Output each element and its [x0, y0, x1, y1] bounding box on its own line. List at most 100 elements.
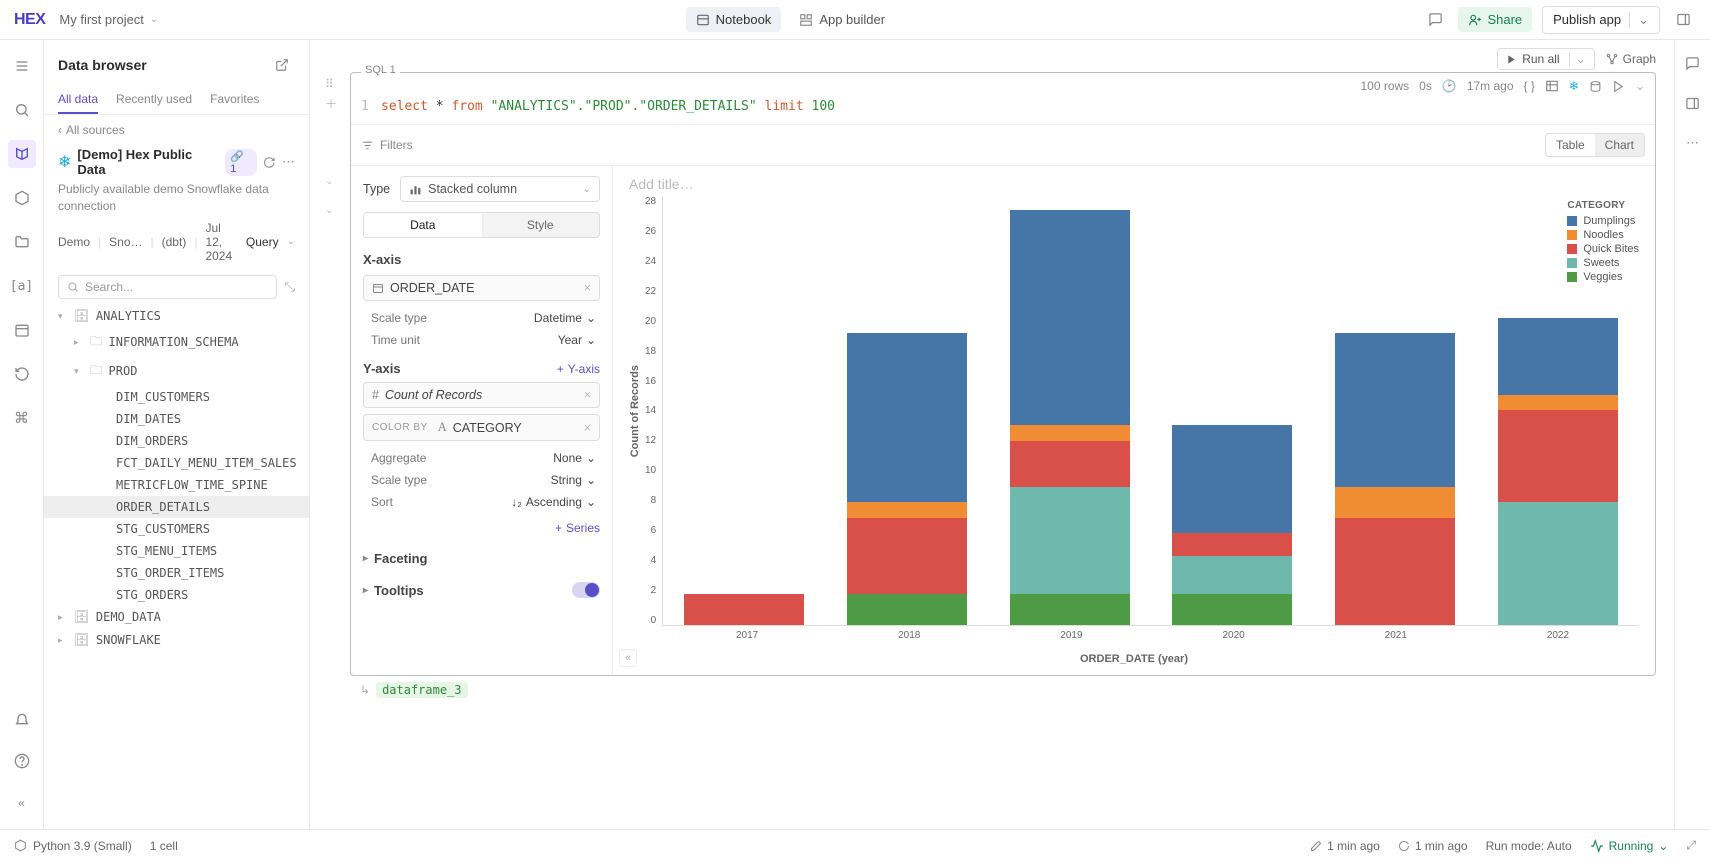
- remove-icon[interactable]: ×: [584, 281, 591, 295]
- legend-item[interactable]: Dumplings: [1567, 215, 1639, 227]
- yaxis-field[interactable]: # Count of Records ×: [363, 382, 600, 408]
- history-button[interactable]: [8, 360, 36, 388]
- bar-segment[interactable]: [1498, 410, 1618, 502]
- tree-table[interactable]: DIM_ORDERS: [44, 430, 309, 452]
- chart-type-select[interactable]: Stacked column ⌄: [400, 176, 600, 202]
- search-button[interactable]: [8, 96, 36, 124]
- tree-table[interactable]: DIM_CUSTOMERS: [44, 386, 309, 408]
- legend-item[interactable]: Noodles: [1567, 229, 1639, 241]
- tree-demo-data[interactable]: ▸🗄DEMO_DATA: [44, 606, 309, 629]
- filters-button[interactable]: Filters: [361, 138, 413, 152]
- comments-panel-button[interactable]: [1680, 50, 1706, 76]
- view-table[interactable]: Table: [1546, 134, 1595, 156]
- tree-table[interactable]: METRICFLOW_TIME_SPINE: [44, 474, 309, 496]
- tab-notebook[interactable]: Notebook: [686, 7, 782, 32]
- tab-data[interactable]: Data: [364, 213, 482, 237]
- remove-icon[interactable]: ×: [584, 388, 591, 402]
- remove-icon[interactable]: ×: [584, 421, 591, 435]
- metadata-panel-button[interactable]: [1680, 90, 1706, 116]
- colorby-field[interactable]: COLOR BY A CATEGORY ×: [363, 414, 600, 441]
- bar-segment[interactable]: [1010, 487, 1130, 595]
- add-cell-icon[interactable]: ＋: [325, 95, 337, 112]
- more-panel-button[interactable]: ⋯: [1680, 130, 1706, 156]
- tab-all-data[interactable]: All data: [58, 86, 98, 114]
- popup-button[interactable]: [269, 52, 295, 78]
- notifications-button[interactable]: [8, 705, 36, 733]
- drag-handle-icon[interactable]: ⠿: [325, 77, 337, 91]
- panels-button[interactable]: [1670, 7, 1696, 33]
- tree-prod[interactable]: ▾🗀PROD: [44, 357, 309, 386]
- kernel-label[interactable]: Python 3.9 (Small): [33, 839, 132, 853]
- tree-table[interactable]: DIM_DATES: [44, 408, 309, 430]
- share-button[interactable]: Share: [1458, 7, 1532, 32]
- refresh-icon[interactable]: [263, 156, 276, 169]
- bar-segment[interactable]: [1335, 333, 1455, 487]
- tab-style[interactable]: Style: [482, 213, 600, 237]
- publish-button[interactable]: Publish app ⌄: [1542, 6, 1660, 34]
- bar-segment[interactable]: [1010, 425, 1130, 440]
- run-mode[interactable]: Run mode: Auto: [1486, 839, 1572, 853]
- bar-segment[interactable]: [847, 502, 967, 517]
- chevron-down-icon[interactable]: ⌄: [1629, 12, 1649, 28]
- tree-analytics[interactable]: ▾🗄ANALYTICS: [44, 305, 309, 328]
- tooltips-section[interactable]: ▸Tooltips: [363, 574, 600, 606]
- graph-button[interactable]: Graph: [1605, 52, 1656, 66]
- search-input[interactable]: Search...: [58, 275, 277, 299]
- table-icon[interactable]: [1545, 79, 1559, 93]
- legend-item[interactable]: Veggies: [1567, 271, 1639, 283]
- bar-segment[interactable]: [1172, 594, 1292, 625]
- database-icon[interactable]: [1589, 80, 1602, 93]
- bar-segment[interactable]: [1498, 318, 1618, 395]
- bar-segment[interactable]: [1010, 441, 1130, 487]
- braces-icon[interactable]: { }: [1524, 79, 1535, 93]
- collapse-rail-button[interactable]: «: [8, 789, 36, 817]
- run-all-button[interactable]: Run all ⌄: [1497, 48, 1594, 70]
- comments-button[interactable]: [1422, 7, 1448, 33]
- bar-segment[interactable]: [1335, 487, 1455, 518]
- snowflake-icon[interactable]: ❄: [1569, 79, 1579, 93]
- tree-table[interactable]: ORDER_DETAILS: [44, 496, 309, 518]
- tree-info-schema[interactable]: ▸🗀INFORMATION_SCHEMA: [44, 328, 309, 357]
- collapse-cell-icon[interactable]: ⌄: [325, 176, 337, 187]
- tree-snowflake[interactable]: ▸🗄SNOWFLAKE: [44, 629, 309, 652]
- run-cell-icon[interactable]: [1612, 80, 1625, 93]
- xaxis-field[interactable]: ORDER_DATE ×: [363, 275, 600, 301]
- add-yaxis-button[interactable]: + Y-axis: [557, 362, 600, 376]
- tooltips-toggle[interactable]: [572, 582, 600, 598]
- scale-type-select-2[interactable]: String ⌄: [551, 473, 596, 487]
- bar-segment[interactable]: [1172, 425, 1292, 533]
- scale-type-select[interactable]: Datetime ⌄: [534, 311, 596, 325]
- tab-favorites[interactable]: Favorites: [210, 86, 259, 114]
- shortcuts-button[interactable]: ⌘: [8, 404, 36, 432]
- environment-button[interactable]: [8, 184, 36, 212]
- bar-segment[interactable]: [847, 333, 967, 502]
- legend-item[interactable]: Sweets: [1567, 257, 1639, 269]
- variables-button[interactable]: [a]: [8, 272, 36, 300]
- bar-segment[interactable]: [1498, 502, 1618, 625]
- bar-segment[interactable]: [684, 594, 804, 625]
- files-button[interactable]: [8, 228, 36, 256]
- aggregate-select[interactable]: None ⌄: [553, 451, 596, 465]
- faceting-section[interactable]: ▸Faceting: [363, 543, 600, 574]
- tree-table[interactable]: STG_ORDER_ITEMS: [44, 562, 309, 584]
- more-icon[interactable]: ⋯: [282, 154, 295, 170]
- chevron-down-icon[interactable]: ⌄: [1635, 79, 1645, 93]
- collapse-config-button[interactable]: «: [619, 649, 637, 667]
- kernel-status[interactable]: Running ⌄: [1590, 839, 1669, 853]
- outline-button[interactable]: [8, 52, 36, 80]
- tab-app-builder[interactable]: App builder: [789, 7, 895, 32]
- back-all-sources[interactable]: ‹ All sources: [44, 115, 309, 145]
- bar-segment[interactable]: [1172, 556, 1292, 594]
- bar-segment[interactable]: [1010, 210, 1130, 425]
- tree-table[interactable]: STG_CUSTOMERS: [44, 518, 309, 540]
- collapse-search-icon[interactable]: ⤡: [285, 279, 295, 295]
- bar-segment[interactable]: [847, 518, 967, 595]
- data-browser-button[interactable]: [8, 140, 36, 168]
- tree-table[interactable]: FCT_DAILY_MENU_ITEM_SALES: [44, 452, 309, 474]
- view-chart[interactable]: Chart: [1595, 134, 1644, 156]
- sort-select[interactable]: ↓₂ Ascending ⌄: [511, 495, 596, 509]
- query-button[interactable]: Query: [246, 235, 279, 249]
- collapse-output-icon[interactable]: ⌄: [325, 205, 337, 216]
- tab-recently-used[interactable]: Recently used: [116, 86, 192, 114]
- bar-segment[interactable]: [847, 594, 967, 625]
